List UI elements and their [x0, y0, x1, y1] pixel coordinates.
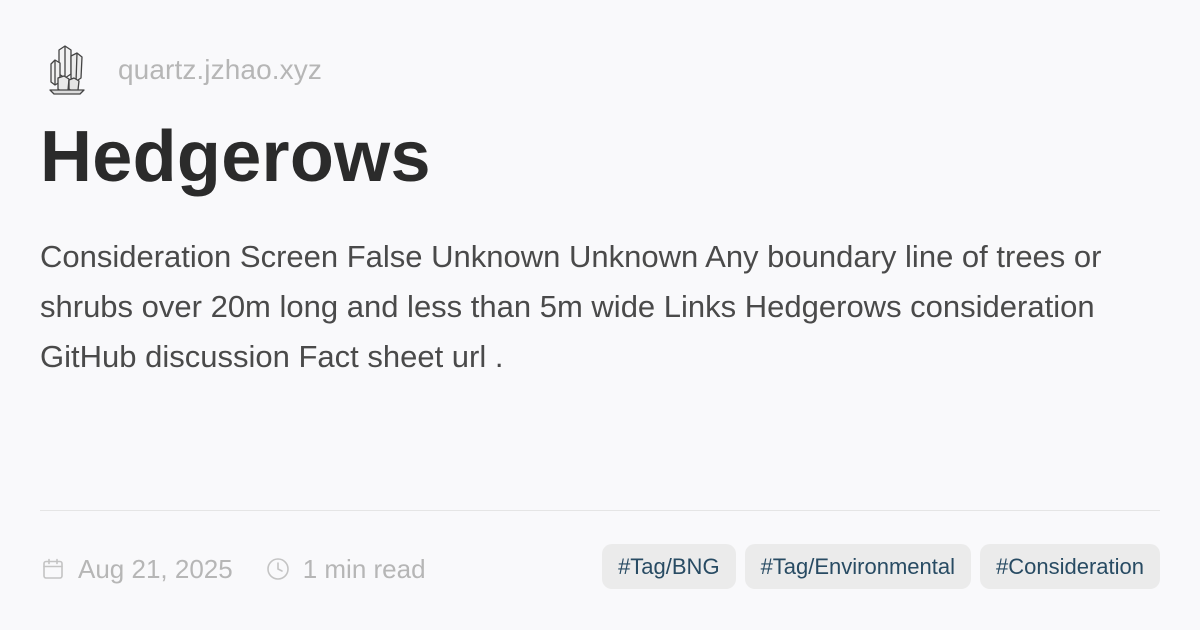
page-title: Hedgerows: [40, 117, 431, 197]
publish-date: Aug 21, 2025: [78, 553, 233, 584]
site-url[interactable]: quartz.jzhao.xyz: [118, 54, 322, 86]
calendar-icon: [40, 556, 66, 582]
divider: [40, 510, 1160, 511]
clock-icon: [265, 556, 291, 582]
read-time-meta: 1 min read: [265, 554, 426, 585]
tag-environmental[interactable]: #Tag/Environmental: [744, 544, 972, 589]
tag-consideration[interactable]: #Consideration: [980, 544, 1160, 589]
page-meta: Aug 21, 2025 1 min read: [40, 548, 426, 590]
page-description: Consideration Screen False Unknown Unkno…: [40, 239, 1102, 374]
tag-bng[interactable]: #Tag/BNG: [602, 544, 736, 589]
tag-list: #Tag/BNG #Tag/Environmental #Considerati…: [602, 544, 1160, 589]
site-header: quartz.jzhao.xyz: [44, 40, 322, 100]
crystal-cluster-icon[interactable]: [44, 42, 90, 98]
read-time: 1 min read: [302, 553, 426, 584]
date-meta: Aug 21, 2025: [40, 554, 233, 585]
